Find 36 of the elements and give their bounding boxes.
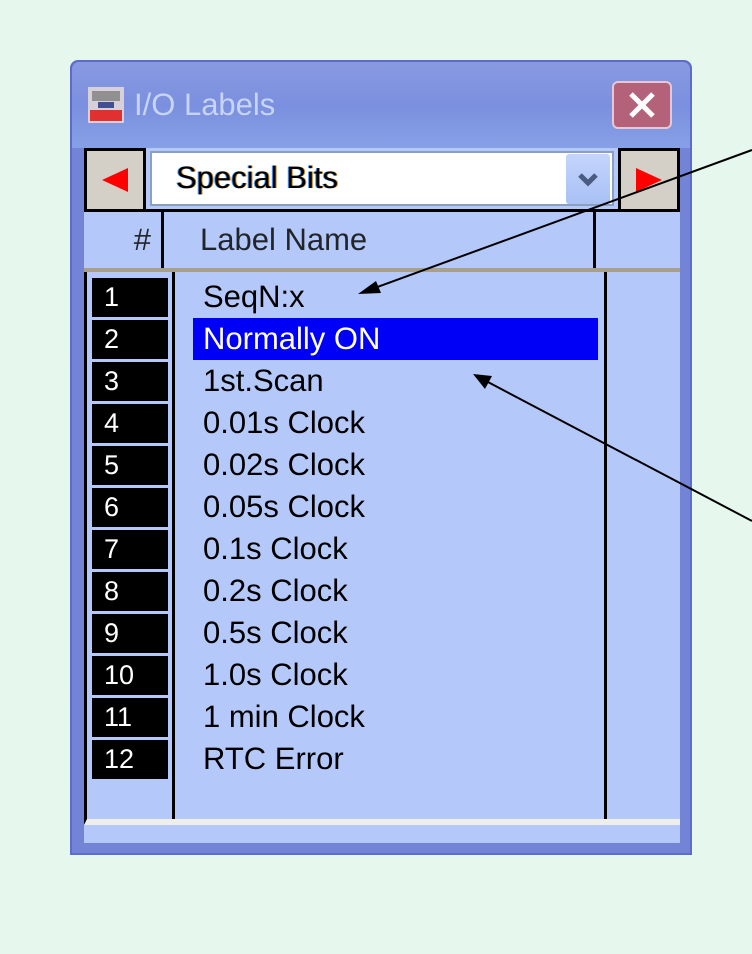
left-triangle-icon [102, 168, 128, 192]
label-row[interactable]: 0.1s Clock [193, 528, 598, 570]
label-row[interactable]: 0.02s Clock [193, 444, 598, 486]
label-row[interactable]: 1.0s Clock [193, 654, 598, 696]
column-header: Label Name [200, 220, 368, 259]
row-number: 4 [92, 404, 168, 443]
row-number: 11 [92, 698, 168, 737]
label-row[interactable]: 1 min Clock [193, 696, 598, 738]
label-row[interactable]: RTC Error [193, 738, 598, 780]
row-number: 9 [92, 614, 168, 653]
close-button[interactable] [612, 81, 672, 129]
row-number: 2 [92, 320, 168, 359]
row-number: 5 [92, 446, 168, 485]
column-header: # [134, 220, 151, 259]
row-number: 6 [92, 488, 168, 527]
label-row[interactable]: 0.5s Clock [193, 612, 598, 654]
close-icon [627, 90, 657, 120]
label-row[interactable]: 1st.Scan [193, 360, 598, 402]
row-number: 7 [92, 530, 168, 569]
label-row[interactable]: 0.2s Clock [193, 570, 598, 612]
row-number: 10 [92, 656, 168, 695]
category-dropdown[interactable]: Special Bits [150, 151, 614, 206]
label-row[interactable]: 0.01s Clock [193, 402, 598, 444]
right-triangle-icon [636, 168, 662, 192]
window-title: I/O Labels [134, 86, 276, 124]
row-number: 8 [92, 572, 168, 611]
label-row[interactable]: 0.05s Clock [193, 486, 598, 528]
next-button[interactable] [618, 148, 680, 209]
previous-button[interactable] [84, 148, 146, 209]
app-icon [88, 87, 124, 123]
label-row[interactable]: Normally ON [193, 318, 598, 360]
row-number: 12 [92, 740, 168, 779]
label-row[interactable]: SeqN:x [193, 276, 598, 318]
chevron-down-icon [566, 154, 610, 204]
row-number: 3 [92, 362, 168, 401]
row-number: 1 [92, 278, 168, 317]
